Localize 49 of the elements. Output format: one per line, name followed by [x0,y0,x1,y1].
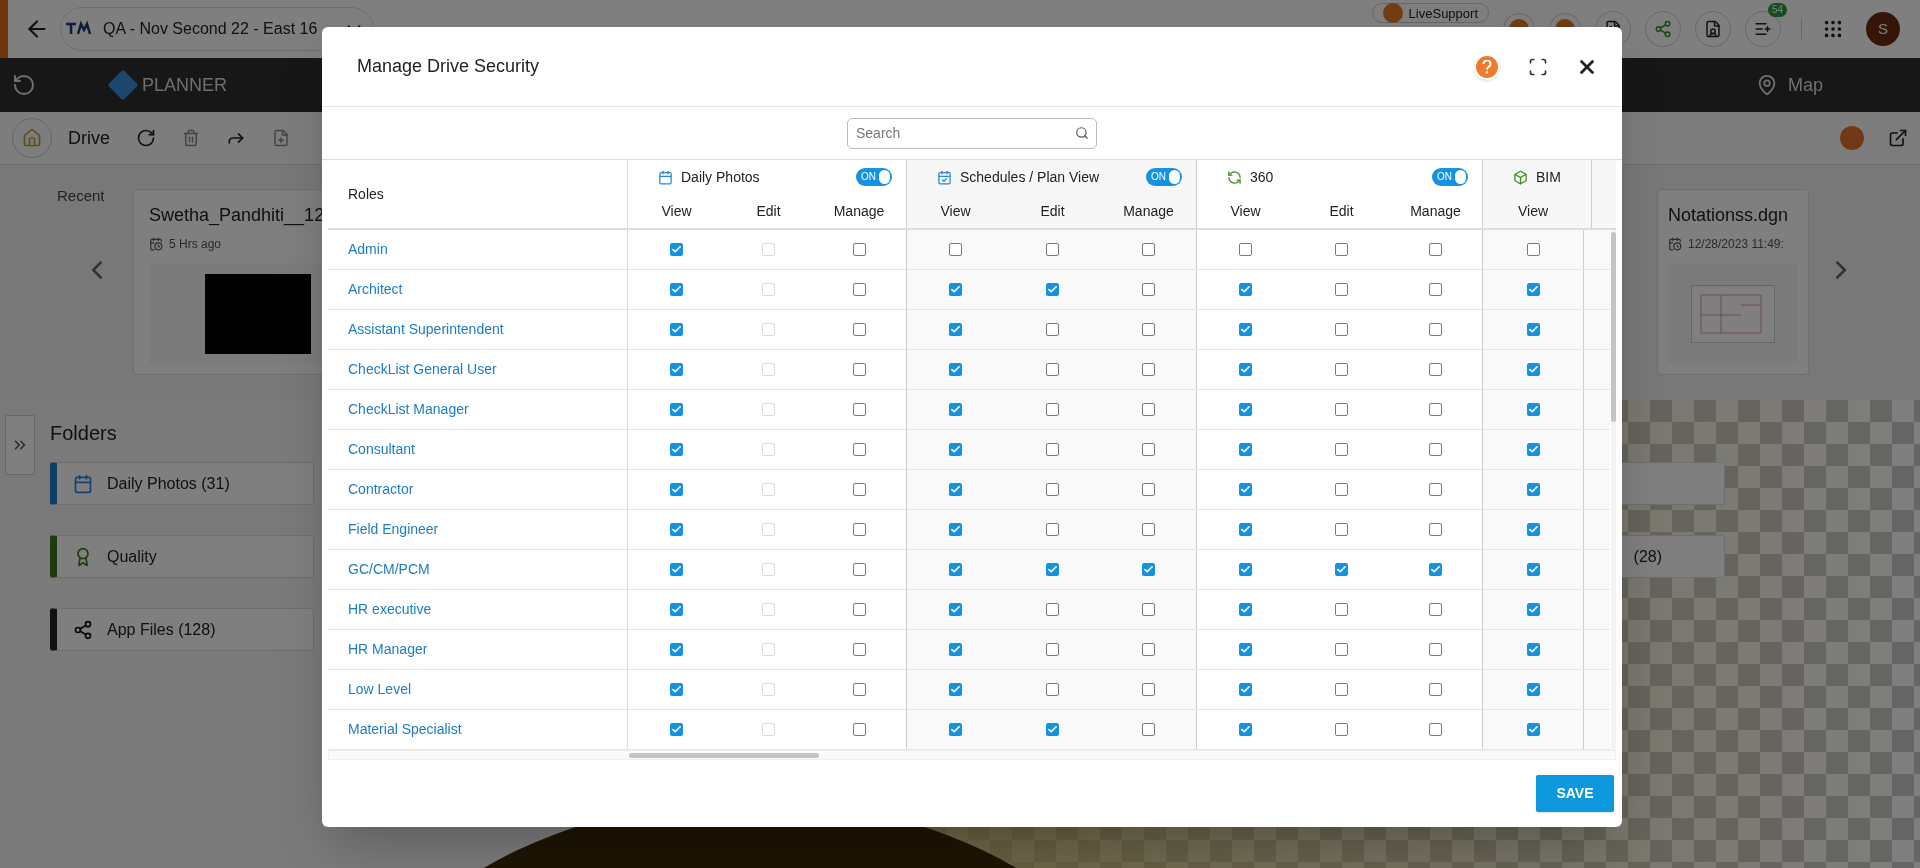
avatar[interactable]: S [1866,12,1900,46]
folder-card[interactable]: App Files (128) [50,608,314,651]
column-header: Edit [1329,201,1354,221]
toggle-switch[interactable]: ON [1146,168,1182,186]
group-header: 360 [1250,167,1274,187]
recent-label: Recent [57,186,105,206]
map-tab[interactable]: Map [1788,71,1823,99]
project-title: QA - Nov Second 22 - East 16 [103,19,318,39]
dialog-title: Manage Drive Security [357,55,540,78]
group-header: Daily Photos [681,167,760,187]
role-link[interactable]: HR Manager [348,639,428,660]
column-header: View [661,201,692,221]
role-link[interactable]: Consultant [348,439,415,460]
toolbar-title: Drive [68,126,110,150]
role-link[interactable]: Contractor [348,479,414,500]
column-header: Manage [833,201,885,221]
role-link[interactable]: Field Engineer [348,519,439,540]
file-name: Notationss.dgn [1668,204,1790,227]
folder-label: Daily Photos (31) [107,473,230,494]
save-button[interactable]: SAVE [1536,775,1614,812]
group-header: Schedules / Plan View [960,167,1100,187]
column-header: Manage [1123,201,1174,221]
column-header: View [1230,201,1261,221]
folders-title: Folders [50,421,118,446]
search-field[interactable]: Search [847,117,1097,149]
toggle-switch[interactable]: ON [1432,168,1468,186]
file-time: 5 Hrs ago [169,236,222,253]
role-link[interactable]: Low Level [348,679,412,700]
folder-label: Quality [107,546,157,567]
group-header: BIM [1536,167,1561,187]
column-header: Edit [1040,201,1065,221]
file-name: Swetha_Pandhiti__12 [149,204,326,228]
folder-card[interactable]: Daily Photos (31) [50,462,314,505]
file-card[interactable]: Notationss.dgn 12/28/2023 11:49: [1657,189,1809,375]
role-link[interactable]: Material Specialist [348,719,462,740]
planner-tab[interactable]: PLANNER [142,71,228,99]
folder-label: (28) [1633,546,1662,567]
file-time: 12/28/2023 11:49: [1688,236,1784,253]
column-header: View [1517,201,1549,221]
role-link[interactable]: HR executive [348,599,432,620]
column-header: Manage [1410,201,1461,221]
column-header: Edit [756,201,781,221]
role-link[interactable]: CheckList Manager [348,399,469,420]
folder-card[interactable]: Quality [50,535,314,578]
column-header: View [940,201,971,221]
notification-badge: 54 [1767,3,1787,17]
toggle-switch[interactable]: ON [856,168,892,186]
role-link[interactable]: GC/CM/PCM [348,559,430,580]
folder-label: App Files (128) [107,619,216,640]
